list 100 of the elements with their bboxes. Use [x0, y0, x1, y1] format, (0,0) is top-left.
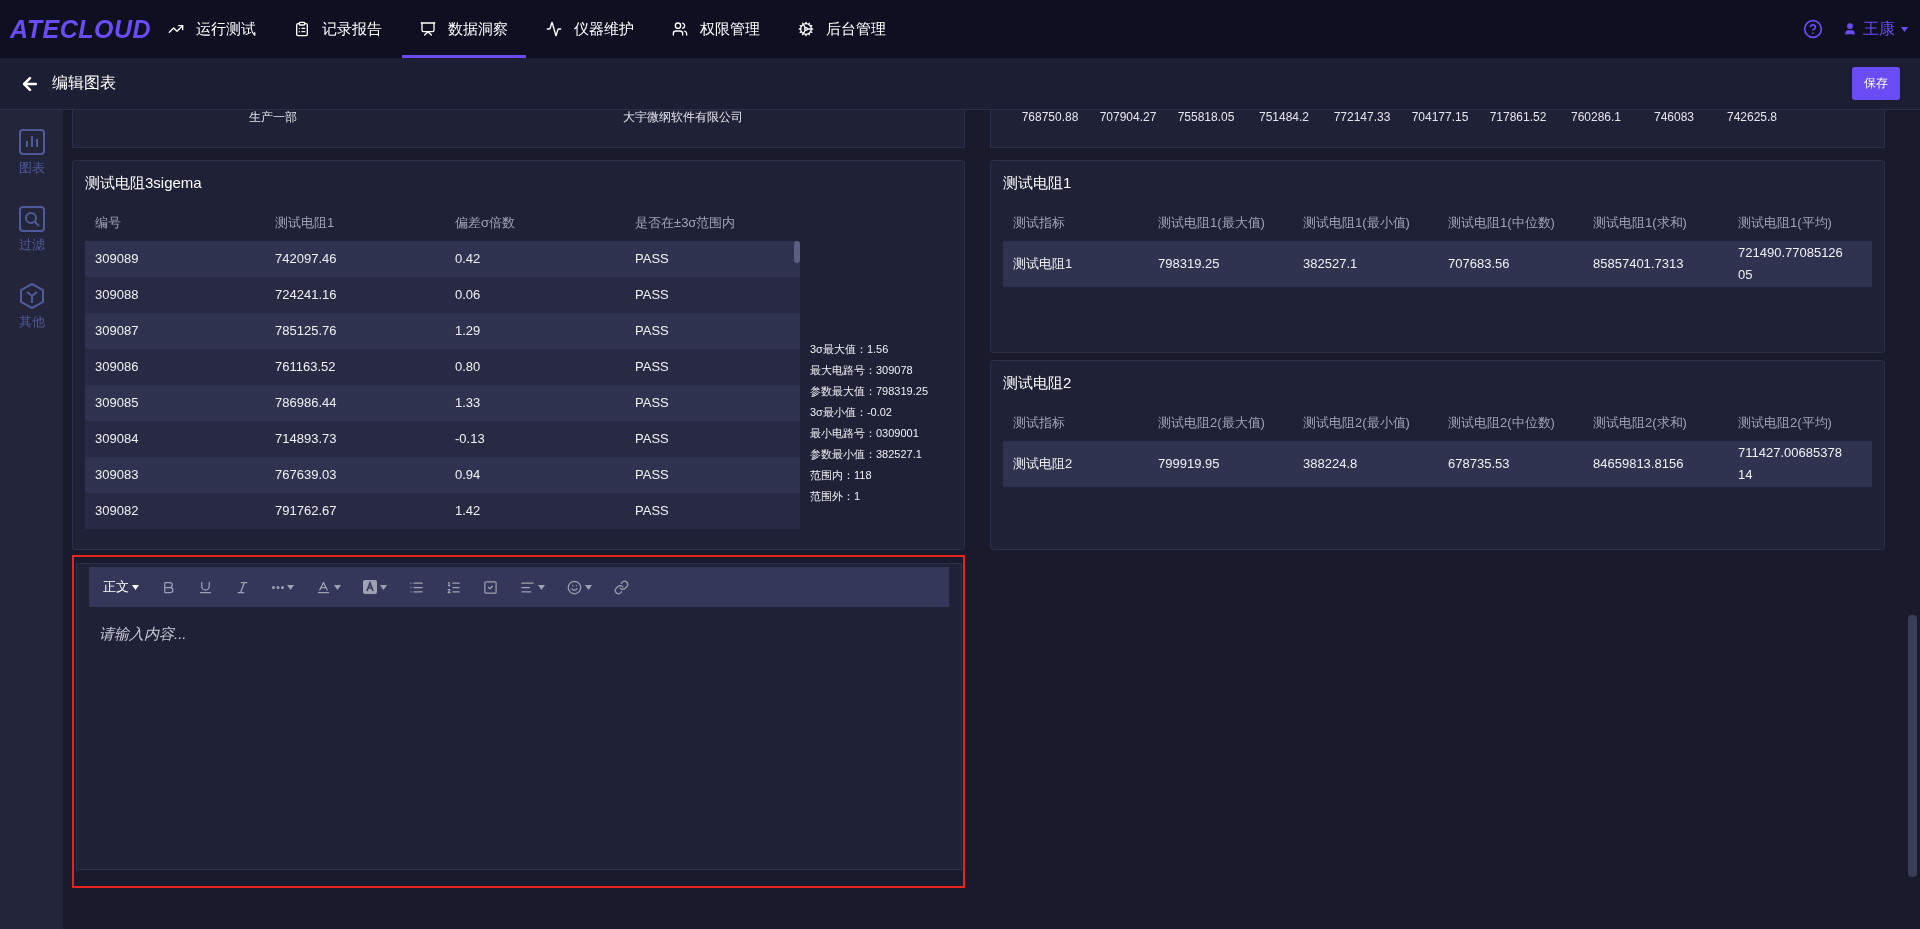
column-header: 测试电阻2(求和) — [1592, 414, 1688, 432]
nav-tab[interactable]: 权限管理 — [654, 0, 778, 58]
table-cell-text: 767639.03 — [274, 466, 338, 484]
user-menu[interactable]: 王康 — [1843, 18, 1908, 40]
nav-tab[interactable]: 仪器维护 — [528, 0, 652, 58]
toolbar-button[interactable] — [161, 579, 176, 595]
table-cell-text: 798319.25 — [1157, 255, 1221, 273]
hexagon-icon — [17, 282, 46, 310]
column-header: 测试电阻1 — [274, 214, 336, 232]
table-cell-text: PASS — [634, 358, 670, 376]
table-cell-text: 0.06 — [454, 286, 482, 304]
caret-icon — [334, 584, 341, 590]
align-icon — [520, 579, 535, 595]
column-header: 测试电阻1(最大值) — [1157, 214, 1266, 232]
caret-icon — [380, 584, 387, 590]
gear-icon — [798, 21, 814, 37]
caret-icon — [585, 584, 592, 590]
table-cell-text: 707904.27 — [1098, 110, 1158, 124]
table-cell-text: 生产一部 — [248, 110, 298, 124]
card-title: 测试电阻3sigema — [85, 172, 203, 193]
table-cell-text: 85857401.7313 — [1592, 255, 1685, 273]
column-header: 测试电阻2(平均) — [1737, 414, 1833, 432]
table-cell-text: 761163.52 — [274, 358, 337, 376]
stat-text: 最小电路号：0309001 — [810, 425, 920, 441]
checkbox-icon — [483, 579, 498, 595]
table-cell-text: PASS — [634, 286, 670, 304]
stat-text: 最大电路号：309078 — [810, 362, 914, 378]
toolbar-button[interactable] — [409, 579, 424, 595]
table-cell-text: 704177.15 — [1410, 110, 1470, 124]
search-icon — [17, 205, 46, 233]
table-cell-text: 测试电阻1 — [1012, 255, 1074, 273]
bar-chart-icon — [17, 128, 46, 156]
toolbar-button[interactable] — [272, 584, 294, 590]
column-header: 编号 — [94, 214, 122, 232]
toolbar-button[interactable] — [316, 579, 341, 595]
stat-text: 3σ最大值：1.56 — [810, 341, 890, 357]
nav-tab[interactable]: 运行测试 — [150, 0, 274, 58]
emoji-icon — [567, 579, 582, 595]
nav-tab[interactable]: 后台管理 — [780, 0, 904, 58]
table-cell-text: 751484.2 — [1257, 110, 1311, 124]
nav-tab[interactable]: 记录报告 — [276, 0, 400, 58]
table-cell-text: 746083 — [1652, 110, 1695, 124]
column-header: 测试指标 — [1012, 414, 1066, 432]
table-cell-text: 742097.46 — [274, 250, 338, 268]
toolbar-button[interactable] — [235, 579, 250, 595]
table-cell-text: 309088 — [94, 286, 140, 304]
stat-text: 参数最小值：382527.1 — [810, 446, 923, 462]
table-cell-text: 799919.95 — [1157, 455, 1221, 473]
toolbar-button[interactable] — [614, 579, 629, 595]
stat-text: 3σ最小值：-0.02 — [810, 404, 893, 420]
italic-icon — [235, 579, 250, 595]
save-button[interactable]: 保存 — [1852, 67, 1900, 100]
table-cell-text: 714893.73 — [274, 430, 338, 448]
stat-text: 参数最大值：798319.25 — [810, 383, 928, 399]
toolbar-button[interactable] — [446, 579, 461, 595]
table-cell-text: 309083 — [94, 466, 140, 484]
table-cell-text: 382527.1 — [1302, 255, 1359, 273]
table-cell-text: PASS — [634, 394, 670, 412]
user-icon — [1843, 22, 1857, 36]
toolbar-button[interactable] — [567, 579, 592, 595]
table-cell-text: -0.13 — [454, 430, 486, 448]
scrollbar-thumb[interactable] — [794, 241, 800, 263]
table-cell-text: 768750.88 — [1020, 110, 1080, 124]
help-icon[interactable] — [1803, 19, 1823, 39]
format-dropdown[interactable]: 正文 — [103, 578, 139, 596]
bullet-list-icon — [409, 579, 424, 595]
toolbar-button[interactable] — [363, 580, 387, 594]
column-header: 测试电阻2(最小值) — [1302, 414, 1411, 432]
column-header: 是否在±3σ范围内 — [634, 214, 737, 232]
table-cell-text: 755818.05 — [1176, 110, 1236, 124]
stat-text: 范围内：118 — [810, 467, 873, 483]
table-cell-text: 711427.0068537814 — [1737, 444, 1843, 484]
toolbar-button[interactable] — [520, 579, 545, 595]
font-color-icon — [316, 579, 331, 595]
table-cell-text: 309084 — [94, 430, 140, 448]
table-cell-text: 760286.1 — [1569, 110, 1623, 124]
numbered-list-icon — [446, 579, 461, 595]
underline-icon — [198, 579, 213, 595]
table-cell-text: 721490.7708512605 — [1737, 244, 1844, 284]
toolbar-button[interactable] — [483, 579, 498, 595]
column-header: 测试电阻1(中位数) — [1447, 214, 1556, 232]
column-header: 测试电阻2(中位数) — [1447, 414, 1556, 432]
users-icon — [672, 21, 688, 37]
toolbar-button[interactable] — [198, 579, 213, 595]
presentation-icon — [420, 21, 436, 37]
table-cell-text: 785125.76 — [274, 322, 338, 340]
column-header: 测试电阻1(平均) — [1737, 214, 1833, 232]
table-cell-text: 1.33 — [454, 394, 482, 412]
column-header: 偏差σ倍数 — [454, 214, 517, 232]
more-icon — [272, 585, 284, 589]
table-cell-text: 309082 — [94, 502, 140, 520]
editor-field[interactable]: 请输入内容... — [89, 607, 949, 662]
table-cell-text: 786986.44 — [274, 394, 338, 412]
table-cell-text: 772147.33 — [1332, 110, 1392, 124]
caret-icon — [287, 584, 294, 590]
table-cell-text: 0.80 — [454, 358, 482, 376]
caret-icon — [132, 584, 139, 590]
card-title: 测试电阻2 — [1003, 372, 1073, 393]
scrollbar-thumb[interactable] — [1908, 615, 1917, 877]
table-cell-text: 0.94 — [454, 466, 482, 484]
